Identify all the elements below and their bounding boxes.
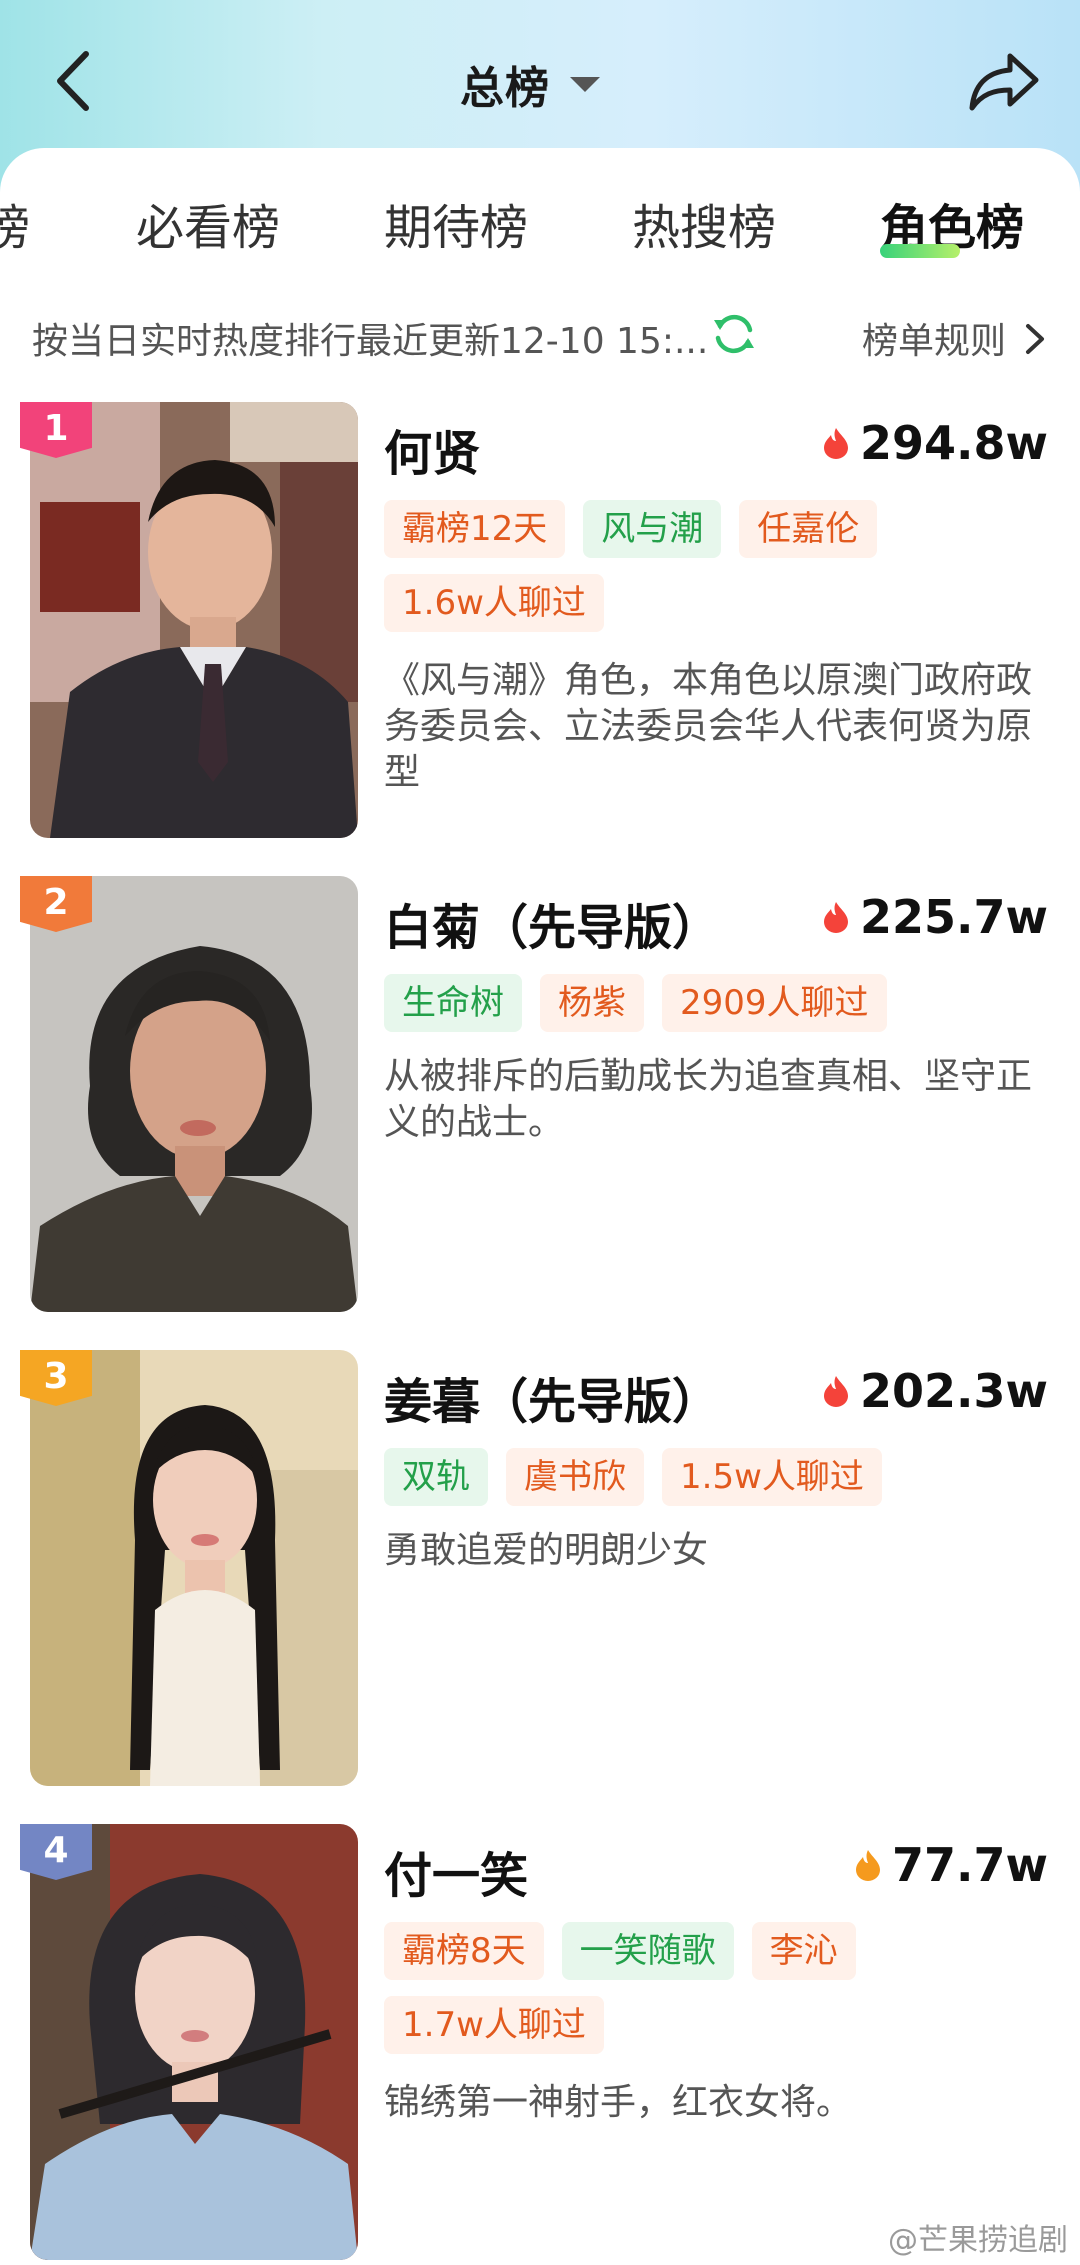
- tag-chip[interactable]: 风与潮: [583, 500, 722, 558]
- share-button[interactable]: [964, 44, 1044, 120]
- tag-chip[interactable]: 一笑随歌: [561, 1922, 734, 1980]
- tag-chip[interactable]: 双轨: [384, 1448, 488, 1506]
- rank-badge: 2: [20, 876, 92, 932]
- character-name: 白菊（先导版）: [384, 900, 721, 956]
- ranking-card[interactable]: 3 姜暮（先导版） 202.3w 双轨 虞书欣 1.5w人聊过 勇敢追爱的明朗少…: [0, 1350, 1080, 1790]
- tab-trending[interactable]: 热搜榜: [632, 188, 776, 258]
- tag-list: 生命树 杨紫 2909人聊过: [384, 974, 1044, 1032]
- tag-chip[interactable]: 霸榜12天: [384, 500, 566, 558]
- watermark: @芒果捞追剧: [888, 2223, 1068, 2258]
- heat-score: 225.7w: [822, 890, 1048, 944]
- character-image: [30, 876, 358, 1312]
- back-button[interactable]: [48, 46, 104, 116]
- character-name: 何贤: [384, 426, 481, 482]
- update-info-text: 按当日实时热度排行最近更新12-10 15:...: [32, 321, 709, 362]
- chevron-left-icon: [57, 51, 89, 111]
- ranking-card[interactable]: 1 何贤 294.8w 霸榜12天 风与潮 任嘉伦 1.6w人聊过 《风与潮》角…: [0, 402, 1080, 842]
- chevron-right-icon: [1026, 324, 1044, 354]
- heat-score: 77.7w: [854, 1838, 1048, 1892]
- character-name: 姜暮（先导版）: [384, 1374, 721, 1430]
- character-image: [30, 1350, 358, 1786]
- tag-chip[interactable]: 虞书欣: [506, 1448, 644, 1506]
- character-description: 锦绣第一神射手，红衣女将。: [384, 2082, 853, 2123]
- tag-list: 霸榜12天 风与潮 任嘉伦 1.6w人聊过: [384, 500, 1044, 632]
- tab-must-watch[interactable]: 必看榜: [136, 188, 280, 258]
- tag-chip[interactable]: 1.5w人聊过: [662, 1448, 882, 1506]
- caret-down-icon: [570, 76, 600, 92]
- character-description: 勇敢追爱的明朗少女: [384, 1530, 709, 1571]
- character-description: 从被排斥的后勤成长为追查真相、坚守正义的战士。: [384, 1056, 1033, 1143]
- rules-link[interactable]: 榜单规则: [862, 312, 1006, 364]
- heat-score: 294.8w: [822, 416, 1048, 470]
- tab-partial[interactable]: 榜: [0, 188, 30, 258]
- tag-chip[interactable]: 李沁: [751, 1922, 856, 1980]
- rank-badge: 3: [20, 1350, 92, 1406]
- tag-chip[interactable]: 2909人聊过: [662, 974, 887, 1032]
- tag-chip[interactable]: 生命树: [384, 974, 522, 1032]
- tag-chip[interactable]: 1.7w人聊过: [384, 1996, 604, 2054]
- refresh-icon: [714, 314, 754, 354]
- tag-chip[interactable]: 霸榜8天: [384, 1922, 544, 1980]
- rank-badge: 4: [20, 1824, 92, 1880]
- tag-chip[interactable]: 1.6w人聊过: [384, 574, 604, 632]
- share-icon: [969, 53, 1039, 111]
- page-title: 总榜: [460, 63, 550, 114]
- rank-badge: 1: [20, 402, 92, 458]
- ranking-card[interactable]: 2 白菊（先导版） 225.7w 生命树 杨紫 2909人聊过 从被排斥的后勤成…: [0, 876, 1080, 1316]
- ranking-card[interactable]: 4 付一笑 77.7w 霸榜8天 一笑随歌 李沁 1.7w人聊过 锦绣第一神射手…: [0, 1824, 1080, 2264]
- tab-anticipated[interactable]: 期待榜: [384, 188, 528, 258]
- top-bar: 总榜: [0, 0, 1080, 148]
- tag-list: 双轨 虞书欣 1.5w人聊过: [384, 1448, 1044, 1506]
- flame-icon: [824, 1376, 848, 1407]
- tag-chip[interactable]: 任嘉伦: [739, 500, 878, 558]
- chart-selector[interactable]: 总榜: [460, 52, 600, 116]
- tag-chip[interactable]: 杨紫: [540, 974, 644, 1032]
- refresh-button[interactable]: [710, 310, 758, 358]
- flame-icon: [824, 428, 848, 459]
- character-name: 付一笑: [384, 1848, 529, 1904]
- character-description: 《风与潮》角色，本角色以原澳门政府政务委员会、立法委员会华人代表何贤为原型: [384, 660, 1033, 793]
- tag-list: 霸榜8天 一笑随歌 李沁 1.7w人聊过: [384, 1922, 1044, 2054]
- active-tab-indicator: [880, 244, 960, 258]
- update-info-row: 按当日实时热度排行最近更新12-10 15:... 榜单规则: [0, 306, 1080, 366]
- flame-icon: [856, 1850, 880, 1881]
- character-image: [30, 1824, 358, 2260]
- character-image: [30, 402, 358, 838]
- flame-icon: [824, 902, 848, 933]
- category-tabs: 榜 必看榜 期待榜 热搜榜 角色榜: [0, 188, 1080, 278]
- heat-score: 202.3w: [822, 1364, 1048, 1418]
